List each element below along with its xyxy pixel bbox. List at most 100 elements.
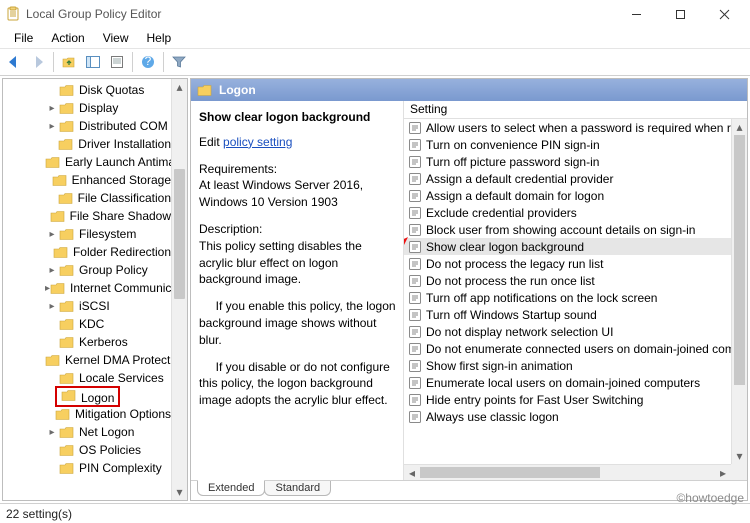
menu-help[interactable]: Help — [139, 29, 180, 47]
tree-item[interactable]: Disk Quotas — [3, 81, 171, 99]
tab-extended[interactable]: Extended — [197, 480, 265, 496]
scroll-down-icon[interactable]: ▾ — [172, 484, 187, 500]
scroll-thumb[interactable] — [420, 467, 600, 478]
setting-row[interactable]: Block user from showing account details … — [404, 221, 731, 238]
status-bar: 22 setting(s) — [0, 503, 750, 523]
tree-item[interactable]: ▸Net Logon — [3, 423, 171, 441]
setting-row[interactable]: Turn off picture password sign-in — [404, 153, 731, 170]
scroll-down-icon[interactable]: ▾ — [732, 448, 747, 464]
setting-label: Do not display network selection UI — [426, 325, 613, 339]
tree-item[interactable]: KDC — [3, 315, 171, 333]
properties-button[interactable] — [105, 51, 129, 73]
setting-row[interactable]: Always use classic logon — [404, 408, 731, 425]
setting-label: Assign a default credential provider — [426, 172, 613, 186]
policy-icon — [408, 172, 422, 186]
setting-row[interactable]: Assign a default credential provider — [404, 170, 731, 187]
scroll-right-icon[interactable]: ▸ — [715, 465, 731, 480]
tree-body[interactable]: Disk Quotas ▸ Display ▸Distributed COMDrive… — [3, 79, 171, 500]
tree-scrollbar-vertical[interactable]: ▴ ▾ — [171, 79, 187, 500]
tree-item[interactable]: File Classification — [3, 189, 171, 207]
expand-icon[interactable]: ▸ — [45, 301, 59, 312]
settings-scrollbar-horizontal[interactable]: ◂ ▸ — [404, 464, 731, 480]
folder-icon — [59, 443, 75, 457]
scroll-thumb[interactable] — [174, 169, 185, 299]
setting-row[interactable]: Show clear logon background — [404, 238, 731, 255]
setting-row[interactable]: Show first sign-in animation — [404, 357, 731, 374]
expand-icon[interactable]: ▸ — [45, 427, 59, 438]
tree-item[interactable]: ▸ Display — [3, 99, 171, 117]
tree-item[interactable]: Kerberos — [3, 333, 171, 351]
minimize-button[interactable] — [614, 0, 658, 28]
tree-item[interactable]: Logon — [3, 387, 171, 405]
expand-icon[interactable]: ▸ — [45, 121, 59, 132]
maximize-button[interactable] — [658, 0, 702, 28]
menu-file[interactable]: File — [6, 29, 41, 47]
setting-row[interactable]: Do not display network selection UI — [404, 323, 731, 340]
menu-action[interactable]: Action — [43, 29, 92, 47]
tree-item[interactable]: OS Policies — [3, 441, 171, 459]
up-button[interactable] — [57, 51, 81, 73]
scroll-up-icon[interactable]: ▴ — [172, 79, 187, 95]
setting-row[interactable]: Turn off app notifications on the lock s… — [404, 289, 731, 306]
show-hide-tree-button[interactable] — [81, 51, 105, 73]
policy-icon — [408, 274, 422, 288]
settings-scrollbar-vertical[interactable]: ▴ ▾ — [731, 119, 747, 464]
folder-icon — [52, 173, 68, 187]
filter-button[interactable] — [167, 51, 191, 73]
settings-items[interactable]: Allow users to select when a password is… — [404, 119, 731, 464]
scroll-left-icon[interactable]: ◂ — [404, 465, 420, 480]
setting-row[interactable]: Do not enumerate connected users on doma… — [404, 340, 731, 357]
column-header-setting[interactable]: Setting — [404, 101, 747, 119]
tree-item[interactable]: ▸Internet Communication — [3, 279, 171, 297]
expand-icon[interactable]: ▸ — [45, 229, 59, 240]
tree-item[interactable]: Locale Services — [3, 369, 171, 387]
tree-item[interactable]: Kernel DMA Protection — [3, 351, 171, 369]
tree-item[interactable]: Enhanced Storage — [3, 171, 171, 189]
tree-item[interactable]: ▸Group Policy — [3, 261, 171, 279]
tree-item[interactable]: ▸ iSCSI — [3, 297, 171, 315]
details-pane: Logon Show clear logon background Edit p… — [190, 78, 748, 501]
tree-item-label: Display — [79, 101, 118, 115]
tab-standard[interactable]: Standard — [264, 481, 331, 496]
tree-item-label: Logon — [81, 391, 114, 405]
setting-row[interactable]: Do not process the legacy run list — [404, 255, 731, 272]
setting-label: Turn off Windows Startup sound — [426, 308, 597, 322]
tree-item[interactable]: File Share Shadow — [3, 207, 171, 225]
tree-item[interactable]: ▸Distributed COM — [3, 117, 171, 135]
tree-item[interactable]: PIN Complexity — [3, 459, 171, 477]
forward-button[interactable] — [26, 51, 50, 73]
tree-item-label: File Classification — [78, 191, 171, 205]
policy-icon — [408, 155, 422, 169]
tree-item[interactable]: Folder Redirection — [3, 243, 171, 261]
setting-label: Allow users to select when a password is… — [426, 121, 747, 135]
back-button[interactable] — [2, 51, 26, 73]
setting-row[interactable]: Exclude credential providers — [404, 204, 731, 221]
setting-row[interactable]: Allow users to select when a password is… — [404, 119, 731, 136]
setting-row[interactable]: Turn on convenience PIN sign-in — [404, 136, 731, 153]
expand-icon[interactable]: ▸ — [45, 265, 59, 276]
tree-item[interactable]: Driver Installation — [3, 135, 171, 153]
edit-policy-link[interactable]: policy setting — [223, 135, 292, 149]
close-button[interactable] — [702, 0, 746, 28]
tree-item[interactable]: Early Launch Antimalware — [3, 153, 171, 171]
menu-view[interactable]: View — [95, 29, 137, 47]
tree-item[interactable]: Mitigation Options — [3, 405, 171, 423]
scroll-thumb[interactable] — [734, 135, 745, 385]
toolbar: ? — [0, 48, 750, 76]
details-body: Show clear logon background Edit policy … — [191, 101, 747, 480]
help-button[interactable]: ? — [136, 51, 160, 73]
setting-row[interactable]: Turn off Windows Startup sound — [404, 306, 731, 323]
setting-row[interactable]: Enumerate local users on domain-joined c… — [404, 374, 731, 391]
setting-row[interactable]: Hide entry points for Fast User Switchin… — [404, 391, 731, 408]
setting-row[interactable]: Do not process the run once list — [404, 272, 731, 289]
setting-row[interactable]: Assign a default domain for logon — [404, 187, 731, 204]
policy-icon — [408, 223, 422, 237]
expand-icon[interactable]: ▸ — [45, 103, 59, 114]
tree-item-label: File Share Shadow — [70, 209, 171, 223]
tree-item-label: iSCSI — [79, 299, 110, 313]
scroll-up-icon[interactable]: ▴ — [732, 119, 747, 135]
policy-icon — [408, 359, 422, 373]
tree-item[interactable]: ▸Filesystem — [3, 225, 171, 243]
setting-label: Do not process the run once list — [426, 274, 595, 288]
description-block: Description: This policy setting disable… — [199, 221, 397, 288]
